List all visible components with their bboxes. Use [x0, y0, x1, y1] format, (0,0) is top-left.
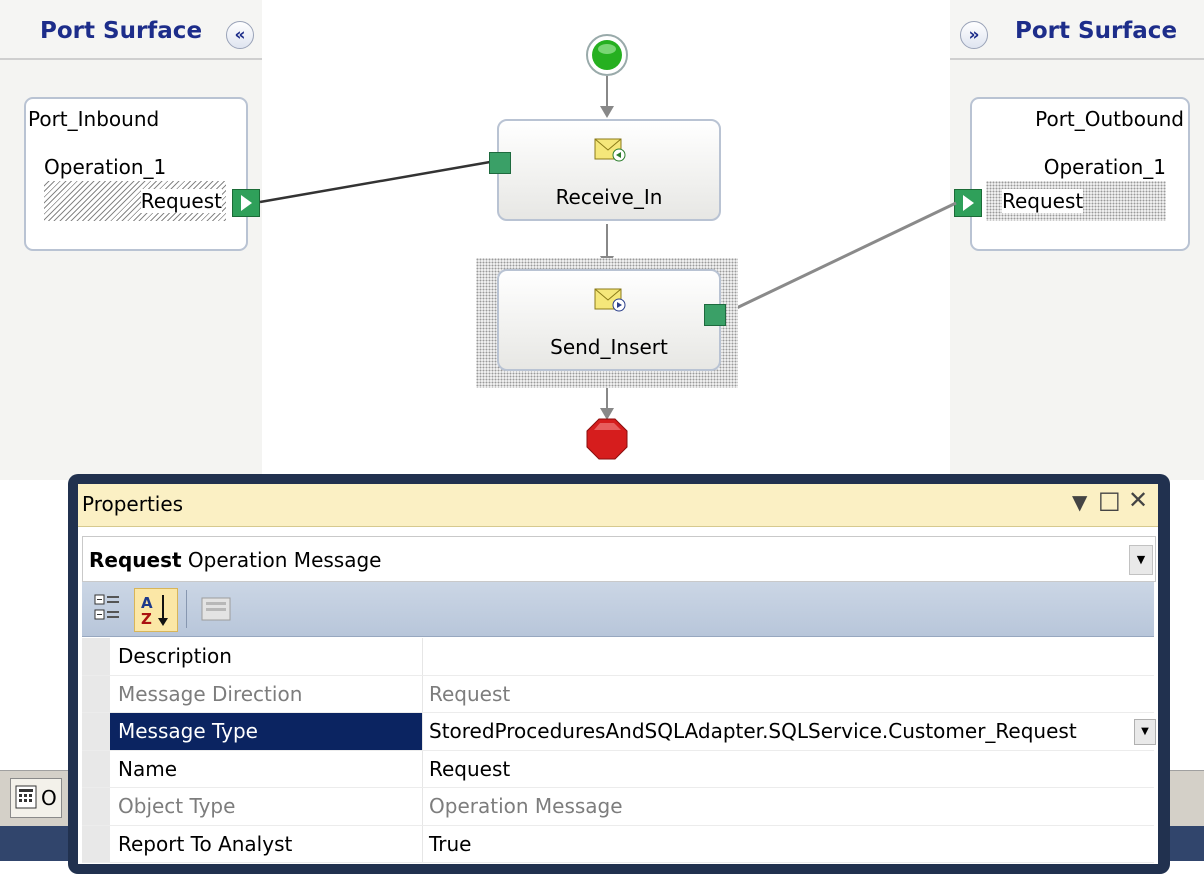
property-value[interactable]: Request — [422, 750, 1129, 787]
svg-text:Z: Z — [141, 610, 152, 628]
property-grid: Description Message Direction Request Me… — [82, 638, 1156, 863]
message-type-dropdown-icon[interactable]: ▼ — [1134, 719, 1156, 745]
alphabetical-button[interactable]: A Z — [134, 588, 178, 632]
maximize-icon[interactable]: □ — [1098, 486, 1121, 514]
row-gutter — [82, 638, 110, 675]
close-icon[interactable]: ✕ — [1128, 486, 1148, 514]
output-tab-label: O — [41, 786, 57, 810]
property-row[interactable]: Report To Analyst True — [82, 825, 1154, 863]
send-port-link — [723, 201, 957, 316]
property-row[interactable]: Description — [82, 638, 1154, 676]
receive-port-link — [259, 160, 491, 204]
receive-shape[interactable]: Receive_In — [497, 119, 721, 221]
property-row[interactable]: Name Request — [82, 750, 1154, 788]
property-name: Message Type — [110, 713, 422, 750]
output-window-icon — [15, 785, 37, 809]
start-shape-icon[interactable] — [585, 33, 629, 77]
property-row-selected[interactable]: Message Type StoredProceduresAndSQLAdapt… — [82, 713, 1156, 751]
send-shape[interactable]: Send_Insert — [497, 269, 721, 371]
properties-window-body: Properties ▼ □ ✕ Request Operation Messa… — [78, 484, 1158, 864]
alphabetical-sort-icon: A Z — [141, 594, 168, 628]
properties-toolbar: A Z — [82, 582, 1154, 637]
property-name: Object Type — [118, 794, 236, 818]
send-shape-port-icon[interactable] — [704, 304, 726, 326]
property-value[interactable] — [422, 638, 1129, 675]
property-pages-icon — [201, 597, 231, 621]
property-row[interactable]: Object Type Operation Message — [82, 788, 1154, 826]
receive-shape-label: Receive_In — [555, 185, 663, 209]
row-gutter — [82, 750, 110, 787]
properties-title: Properties — [82, 492, 184, 516]
output-window-tab[interactable]: O — [10, 778, 62, 818]
row-gutter — [82, 825, 110, 862]
flow-arrow-1-head — [600, 106, 614, 118]
object-selector-dropdown-icon[interactable]: ▼ — [1129, 545, 1153, 575]
send-shape-label: Send_Insert — [550, 335, 668, 359]
object-type: Operation Message — [187, 548, 382, 572]
property-name: Report To Analyst — [118, 831, 293, 856]
property-value: Operation Message — [422, 788, 1129, 825]
property-pages-button[interactable] — [196, 588, 238, 630]
send-envelope-icon — [594, 288, 626, 312]
window-position-dropdown-icon[interactable]: ▼ — [1072, 490, 1087, 514]
receive-shape-port-icon[interactable] — [489, 152, 511, 174]
object-selector-combo[interactable]: Request Operation Message ▼ — [82, 536, 1156, 582]
property-value[interactable]: True — [422, 825, 1129, 862]
categorized-icon — [94, 594, 119, 620]
row-gutter — [82, 675, 110, 712]
stop-shape-icon[interactable] — [586, 418, 628, 460]
property-value: Request — [422, 675, 1129, 712]
categorized-button[interactable] — [88, 588, 130, 630]
object-name: Request — [89, 548, 182, 572]
properties-window: Properties ▼ □ ✕ Request Operation Messa… — [68, 474, 1170, 874]
property-value[interactable]: StoredProceduresAndSQLAdapter.SQLService… — [422, 713, 1129, 750]
properties-title-bar[interactable]: Properties ▼ □ ✕ — [78, 484, 1158, 527]
property-name: Name — [118, 756, 178, 781]
property-name: Message Direction — [118, 681, 303, 706]
property-row[interactable]: Message Direction Request — [82, 675, 1154, 713]
receive-envelope-icon — [594, 138, 626, 162]
toolbar-separator — [186, 590, 187, 628]
row-gutter — [82, 788, 110, 825]
object-selector-text: Request Operation Message — [89, 548, 381, 572]
property-name: Description — [118, 644, 232, 668]
row-gutter — [82, 713, 110, 750]
